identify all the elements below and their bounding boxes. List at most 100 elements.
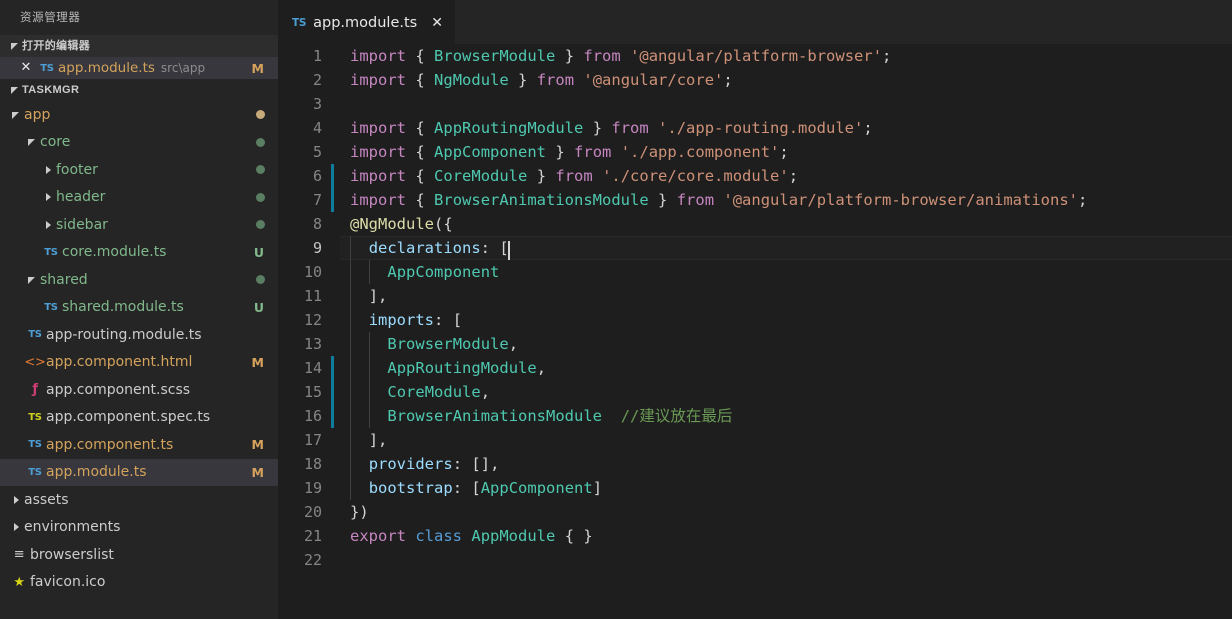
- tree-folder-assets[interactable]: assets: [0, 486, 278, 514]
- status-badge: M: [252, 465, 264, 480]
- code-line[interactable]: 16 BrowserAnimationsModule //建议放在最后: [278, 404, 1232, 428]
- code-line[interactable]: 15 CoreModule,: [278, 380, 1232, 404]
- text-cursor: [508, 241, 510, 260]
- tree-file-browserslist[interactable]: ≡browserslist: [0, 541, 278, 569]
- status-badge: M: [252, 61, 264, 76]
- tree-folder-app[interactable]: app: [0, 101, 278, 129]
- chevron-right-icon[interactable]: [8, 492, 24, 508]
- code-line[interactable]: 2import { NgModule } from '@angular/core…: [278, 68, 1232, 92]
- chevron-down-icon[interactable]: [24, 272, 40, 288]
- code-line[interactable]: 10 AppComponent: [278, 260, 1232, 284]
- status-badge: M: [252, 355, 264, 370]
- workspace-label: TASKMGR: [22, 79, 79, 101]
- close-icon[interactable]: ✕: [16, 57, 36, 79]
- gutter-spacer: [322, 140, 340, 164]
- explorer-title: 资源管理器: [0, 0, 278, 35]
- tree-file-shared-module-ts[interactable]: TSshared.module.tsU: [0, 294, 278, 322]
- close-icon[interactable]: ✕: [431, 15, 443, 31]
- line-number: 9: [278, 236, 322, 260]
- tree-file-app-component-spec-ts[interactable]: TSapp.component.spec.ts: [0, 404, 278, 432]
- code-line[interactable]: 14 AppRoutingModule,: [278, 356, 1232, 380]
- chevron-right-icon[interactable]: [40, 162, 56, 178]
- typescript-icon: TS: [24, 467, 46, 478]
- code-text: }): [340, 500, 369, 524]
- gutter-spacer: [322, 236, 340, 260]
- line-number: 13: [278, 332, 322, 356]
- gutter-spacer: [322, 476, 340, 500]
- open-editors-header[interactable]: 打开的编辑器: [0, 35, 278, 57]
- code-line[interactable]: 17 ],: [278, 428, 1232, 452]
- code-text: import { AppRoutingModule } from './app-…: [340, 116, 873, 140]
- line-number: 12: [278, 308, 322, 332]
- code-text: import { AppComponent } from './app.comp…: [340, 140, 789, 164]
- code-text: import { BrowserModule } from '@angular/…: [340, 44, 891, 68]
- code-line[interactable]: 9 declarations: [: [278, 236, 1232, 260]
- folder-status-dot: [256, 220, 265, 229]
- folder-status-dot: [256, 275, 265, 284]
- tree-folder-environments[interactable]: environments: [0, 514, 278, 542]
- code-line[interactable]: 13 BrowserModule,: [278, 332, 1232, 356]
- tree-file-app-module-ts[interactable]: TSapp.module.tsM: [0, 459, 278, 487]
- tree-folder-footer[interactable]: footer: [0, 156, 278, 184]
- gutter-spacer: [322, 284, 340, 308]
- code-line[interactable]: 5import { AppComponent } from './app.com…: [278, 140, 1232, 164]
- code-line[interactable]: 8@NgModule({: [278, 212, 1232, 236]
- workspace-header[interactable]: TASKMGR: [0, 79, 278, 101]
- tree-folder-core[interactable]: core: [0, 129, 278, 157]
- tree-folder-shared[interactable]: shared: [0, 266, 278, 294]
- chevron-down-icon[interactable]: [8, 107, 24, 123]
- code-line[interactable]: 22: [278, 548, 1232, 572]
- tree-file-app-component-scss[interactable]: ƒapp.component.scss: [0, 376, 278, 404]
- tree-file-core-module-ts[interactable]: TScore.module.ts U: [0, 239, 278, 267]
- folder-status-dot: [256, 138, 265, 147]
- tree-item-label: app: [24, 107, 50, 123]
- chevron-right-icon[interactable]: [8, 519, 24, 535]
- tree-file-app-component-html[interactable]: <>app.component.htmlM: [0, 349, 278, 377]
- code-line[interactable]: 3: [278, 92, 1232, 116]
- line-number: 8: [278, 212, 322, 236]
- tree-file-app-routing-module-ts[interactable]: TSapp-routing.module.ts: [0, 321, 278, 349]
- code-line[interactable]: 11 ],: [278, 284, 1232, 308]
- code-line[interactable]: 21export class AppModule { }: [278, 524, 1232, 548]
- folder-status-dot: [256, 193, 265, 202]
- tree-item-label: sidebar: [56, 217, 108, 233]
- code-line[interactable]: 6import { CoreModule } from './core/core…: [278, 164, 1232, 188]
- code-line[interactable]: 12 imports: [: [278, 308, 1232, 332]
- code-text: BrowserAnimationsModule //建议放在最后: [340, 404, 732, 428]
- tree-file-favicon-ico[interactable]: ★favicon.ico: [0, 569, 278, 597]
- code-text: import { CoreModule } from './core/core.…: [340, 164, 798, 188]
- tree-item-label: favicon.ico: [30, 574, 105, 590]
- explorer-sidebar: 资源管理器 打开的编辑器 ✕ TS app.module.ts src\app …: [0, 0, 278, 619]
- line-number: 2: [278, 68, 322, 92]
- code-line[interactable]: 4import { AppRoutingModule } from './app…: [278, 116, 1232, 140]
- code-line[interactable]: 7import { BrowserAnimationsModule } from…: [278, 188, 1232, 212]
- gutter-spacer: [322, 92, 340, 116]
- tab-app-module-ts[interactable]: TS app.module.ts ✕: [278, 0, 455, 44]
- code-line[interactable]: 19 bootstrap: [AppComponent]: [278, 476, 1232, 500]
- status-badge: U: [254, 245, 264, 260]
- gutter-spacer: [322, 212, 340, 236]
- gutter-spacer: [322, 524, 340, 548]
- code-editor[interactable]: 1import { BrowserModule } from '@angular…: [278, 44, 1232, 619]
- chevron-right-icon[interactable]: [40, 189, 56, 205]
- tree-item-label: core.module.ts: [62, 244, 166, 260]
- code-line[interactable]: 18 providers: [],: [278, 452, 1232, 476]
- chevron-right-icon[interactable]: [40, 217, 56, 233]
- gutter-spacer: [322, 44, 340, 68]
- git-change-marker: [322, 164, 340, 188]
- open-editor-filename: app.module.ts: [58, 60, 155, 76]
- open-editor-item-app-module[interactable]: ✕ TS app.module.ts src\app M: [0, 57, 278, 79]
- chevron-down-icon[interactable]: [24, 134, 40, 150]
- html-icon: <>: [24, 355, 46, 370]
- code-text: declarations: [: [340, 236, 510, 260]
- scss-icon: ƒ: [24, 382, 46, 397]
- typescript-icon: TS: [40, 247, 62, 258]
- code-line[interactable]: 1import { BrowserModule } from '@angular…: [278, 44, 1232, 68]
- star-icon: ★: [8, 575, 30, 590]
- tree-folder-header[interactable]: header: [0, 184, 278, 212]
- tree-file-app-component-ts[interactable]: TSapp.component.tsM: [0, 431, 278, 459]
- line-number: 20: [278, 500, 322, 524]
- tree-folder-sidebar[interactable]: sidebar: [0, 211, 278, 239]
- code-line[interactable]: 20}): [278, 500, 1232, 524]
- tree-item-label: core: [40, 134, 70, 150]
